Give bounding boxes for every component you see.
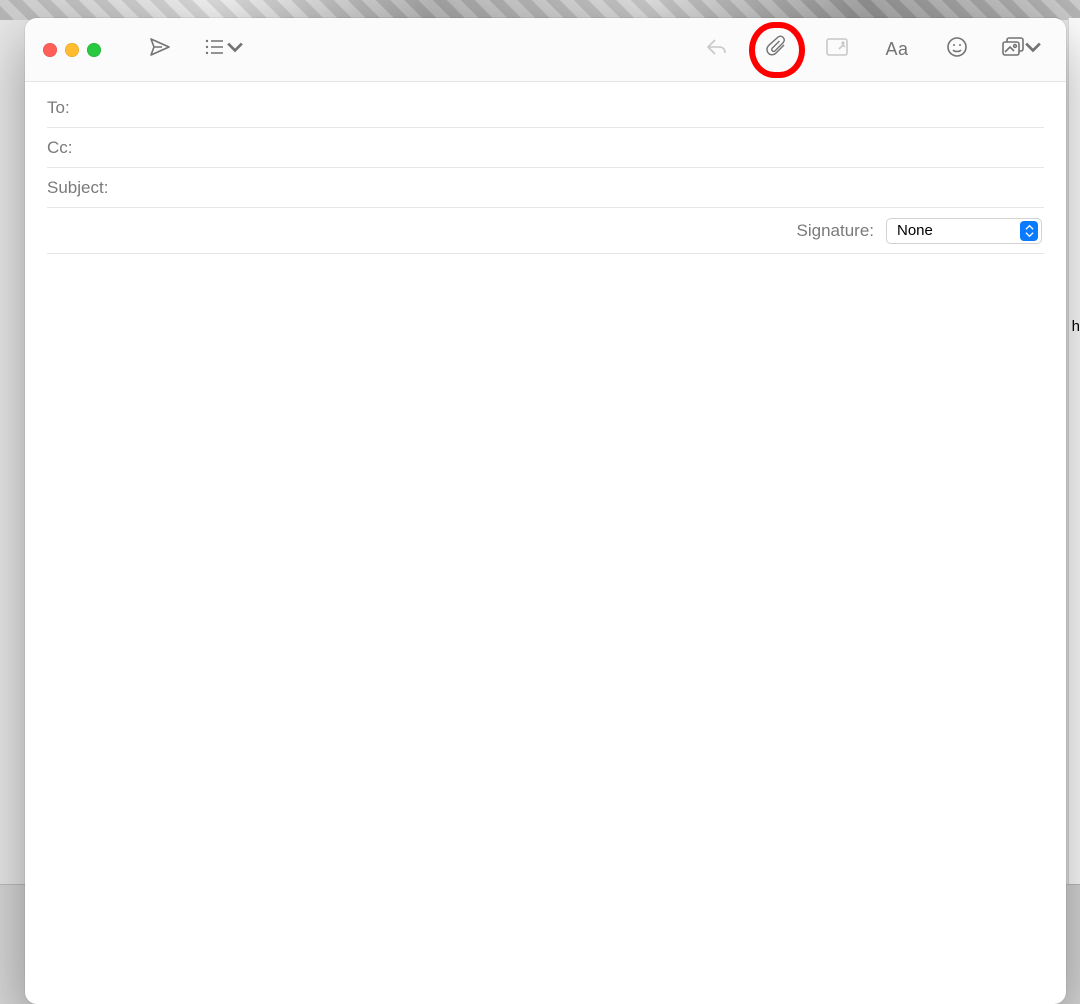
- signature-select[interactable]: None: [886, 218, 1042, 244]
- compose-toolbar: Aa: [25, 18, 1066, 82]
- paperclip-icon: [765, 35, 789, 64]
- chevron-down-icon: [227, 35, 247, 64]
- to-field-row: To:: [47, 88, 1044, 128]
- subject-input[interactable]: [116, 178, 1044, 198]
- send-button[interactable]: [141, 34, 179, 66]
- send-icon: [148, 35, 172, 64]
- to-input[interactable]: [78, 98, 1044, 118]
- markup-icon: [825, 35, 849, 64]
- signature-selected-value: None: [897, 222, 933, 239]
- header-fields: To: Cc: Subject: Signature: None: [25, 82, 1066, 254]
- window-controls: [43, 43, 101, 57]
- photo-browser-button[interactable]: [998, 34, 1048, 66]
- desktop-background: [0, 0, 1080, 20]
- header-fields-button[interactable]: [201, 34, 249, 66]
- cc-input[interactable]: [81, 138, 1045, 158]
- emoji-button[interactable]: [938, 34, 976, 66]
- background-window-edge: h: [1068, 18, 1080, 884]
- to-label: To:: [47, 98, 70, 118]
- subject-field-row: Subject:: [47, 168, 1044, 208]
- background-peek-text: h: [1072, 318, 1080, 335]
- window-close-button[interactable]: [43, 43, 57, 57]
- toolbar-right-group: Aa: [698, 34, 1048, 66]
- message-body[interactable]: [25, 254, 1066, 1004]
- window-zoom-button[interactable]: [87, 43, 101, 57]
- select-stepper-icon: [1020, 221, 1038, 241]
- chevron-down-icon: [1025, 35, 1045, 64]
- compose-window: Aa To: Cc:: [25, 18, 1066, 1004]
- markup-button[interactable]: [818, 34, 856, 66]
- cc-label: Cc:: [47, 138, 73, 158]
- window-minimize-button[interactable]: [65, 43, 79, 57]
- attach-button[interactable]: [758, 34, 796, 66]
- emoji-icon: [945, 35, 969, 64]
- cc-field-row: Cc:: [47, 128, 1044, 168]
- signature-row: Signature: None: [47, 208, 1044, 254]
- reply-icon: [705, 35, 729, 64]
- format-button[interactable]: Aa: [878, 34, 916, 66]
- reply-button[interactable]: [698, 34, 736, 66]
- signature-label: Signature:: [797, 221, 875, 241]
- subject-label: Subject:: [47, 178, 108, 198]
- format-text-icon: Aa: [885, 39, 908, 60]
